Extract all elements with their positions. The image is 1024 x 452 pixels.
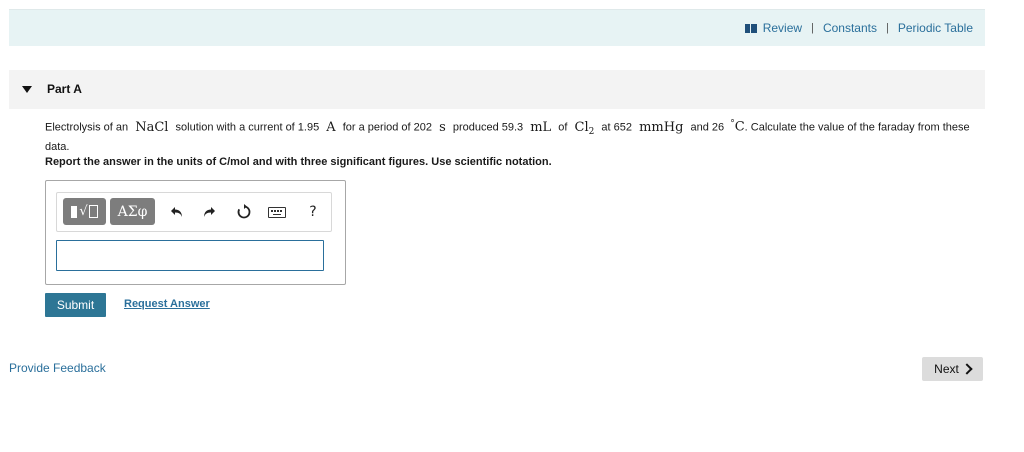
question-fragment: produced 59.3 (452, 121, 524, 134)
question-fragment: for a period of 202 (342, 121, 433, 134)
undo-icon (171, 207, 182, 217)
box-icon (88, 205, 98, 218)
request-answer-link[interactable]: Request Answer (124, 298, 210, 310)
question-fragment: of (558, 121, 568, 134)
question-fragment: and 26 (690, 121, 725, 134)
question-fragment: solution with a current of 1.95 (175, 121, 320, 134)
reset-icon (237, 204, 251, 219)
next-label: Next (934, 362, 959, 376)
templates-icon (71, 205, 78, 218)
math-toolbar: √ ΑΣφ ? (56, 192, 332, 232)
unit-milliliter: mL (530, 119, 552, 135)
greek-symbols-button[interactable]: ΑΣφ (110, 198, 155, 225)
question-fragment: at 652 (601, 121, 633, 134)
answer-input[interactable] (56, 240, 324, 271)
part-header[interactable]: Part A (9, 70, 985, 109)
question-text: Electrolysis of an NaCl solution with a … (45, 117, 990, 155)
sqrt-icon: √ (79, 204, 88, 219)
next-button[interactable]: Next (922, 357, 983, 381)
part-title: Part A (47, 82, 82, 96)
answer-box: √ ΑΣφ ? (45, 180, 346, 285)
review-link[interactable]: Review (763, 21, 802, 35)
submit-button[interactable]: Submit (45, 293, 106, 317)
constants-link[interactable]: Constants (823, 21, 877, 35)
collapse-caret-icon[interactable] (22, 86, 32, 93)
question-fragment: Electrolysis of an (45, 121, 129, 134)
help-button[interactable]: ? (303, 202, 323, 222)
unit-celsius: C (734, 119, 745, 135)
chevron-right-icon (961, 363, 973, 375)
top-banner: Review | Constants | Periodic Table (9, 9, 985, 46)
book-icon (744, 23, 757, 33)
link-separator: | (811, 22, 814, 34)
unit-mmhg: mmHg (639, 119, 684, 135)
provide-feedback-link[interactable]: Provide Feedback (9, 361, 106, 375)
page: Review | Constants | Periodic Table Part… (0, 0, 1024, 452)
undo-button[interactable] (167, 202, 187, 222)
unit-ampere: A (326, 119, 336, 135)
resource-links: Review | Constants | Periodic Table (744, 21, 973, 35)
unit-second: s (439, 119, 446, 135)
formula-cl-subscript: 2 (588, 126, 595, 137)
formula-nacl: NaCl (135, 119, 169, 135)
templates-button[interactable]: √ (63, 198, 106, 225)
formula-cl: Cl (574, 119, 589, 135)
redo-button[interactable] (199, 202, 219, 222)
link-separator: | (885, 22, 889, 34)
keyboard-button[interactable] (267, 202, 287, 222)
answer-instructions: Report the answer in the units of C/mol … (45, 156, 552, 168)
redo-icon (204, 207, 215, 217)
keyboard-icon (268, 206, 286, 218)
periodic-table-link[interactable]: Periodic Table (898, 21, 973, 35)
reset-button[interactable] (234, 202, 254, 222)
